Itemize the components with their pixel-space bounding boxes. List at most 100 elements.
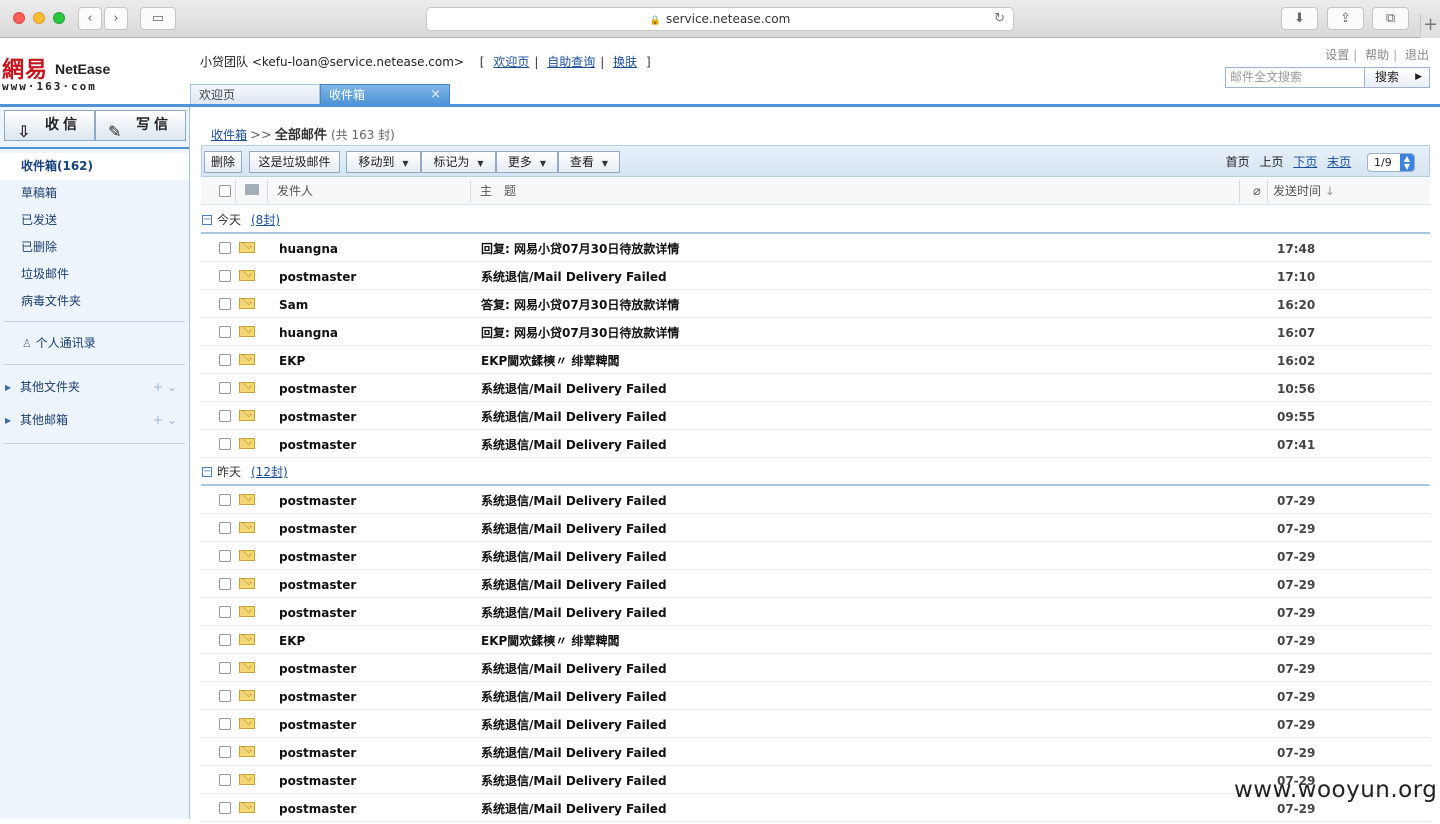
mail-subject[interactable]: EKP閫欢鍒樉〃 绯荤粺闆 — [481, 346, 619, 376]
row-checkbox[interactable] — [219, 270, 231, 282]
sidebar-item-sent[interactable]: 已发送 — [0, 207, 189, 234]
welcome-link[interactable]: 欢迎页 — [493, 55, 529, 69]
select-all-checkbox[interactable] — [219, 185, 231, 197]
table-row[interactable]: huangna 回复: 网易小贷07月30日待放款详情 16:07 — [201, 318, 1430, 346]
minimize-window-button[interactable] — [33, 12, 45, 24]
mail-subject[interactable]: 系统退信/Mail Delivery Failed — [481, 710, 667, 740]
more-button[interactable]: 更多 ▼ — [496, 151, 558, 173]
add-mailbox-icon[interactable]: +⌄ — [153, 404, 181, 437]
row-checkbox[interactable] — [219, 746, 231, 758]
row-checkbox[interactable] — [219, 326, 231, 338]
mail-subject[interactable]: 系统退信/Mail Delivery Failed — [481, 738, 667, 768]
mail-subject[interactable]: 系统退信/Mail Delivery Failed — [481, 766, 667, 796]
mail-subject[interactable]: 系统退信/Mail Delivery Failed — [481, 262, 667, 292]
table-row[interactable]: postmaster 系统退信/Mail Delivery Failed 07:41 — [201, 430, 1430, 458]
row-checkbox[interactable] — [219, 550, 231, 562]
sidebar-item-inbox[interactable]: 收件箱(162) — [0, 153, 189, 180]
sidebar-item-contacts[interactable]: ♙ 个人通讯录 — [0, 328, 189, 358]
skin-link[interactable]: 换肤 — [613, 55, 637, 69]
address-bar[interactable]: 🔒 service.netease.com ↻ — [426, 7, 1014, 31]
mail-subject[interactable]: 系统退信/Mail Delivery Failed — [481, 486, 667, 516]
row-checkbox[interactable] — [219, 802, 231, 814]
tab-welcome[interactable]: 欢迎页 — [190, 84, 320, 105]
compose-button[interactable]: ✎ 写信 — [95, 110, 186, 141]
row-checkbox[interactable] — [219, 662, 231, 674]
sidebar-toggle-button[interactable]: ▭ — [140, 7, 176, 30]
crumb-inbox-link[interactable]: 收件箱 — [211, 128, 247, 142]
mail-subject[interactable]: 答复: 网易小贷07月30日待放款详情 — [481, 290, 679, 320]
row-checkbox[interactable] — [219, 718, 231, 730]
mail-subject[interactable]: 系统退信/Mail Delivery Failed — [481, 682, 667, 712]
add-folder-icon[interactable]: +⌄ — [153, 371, 181, 404]
tab-inbox[interactable]: 收件箱 × — [320, 84, 450, 105]
reload-icon[interactable]: ↻ — [994, 8, 1005, 30]
mail-subject[interactable]: 系统退信/Mail Delivery Failed — [481, 542, 667, 572]
mail-subject[interactable]: 回复: 网易小贷07月30日待放款详情 — [481, 318, 679, 348]
row-checkbox[interactable] — [219, 578, 231, 590]
back-button[interactable]: ‹ — [78, 7, 102, 30]
mail-subject[interactable]: 系统退信/Mail Delivery Failed — [481, 654, 667, 684]
mail-subject[interactable]: 系统退信/Mail Delivery Failed — [481, 374, 667, 404]
table-row[interactable]: EKP EKP閫欢鍒樉〃 绯荤粺闆 16:02 — [201, 346, 1430, 374]
mail-subject[interactable]: 系统退信/Mail Delivery Failed — [481, 430, 667, 460]
delete-button[interactable]: 删除 — [204, 151, 242, 173]
help-link[interactable]: 帮助 — [1365, 48, 1389, 62]
search-button[interactable]: 搜索 ▶ — [1364, 67, 1430, 88]
mail-subject[interactable]: 系统退信/Mail Delivery Failed — [481, 570, 667, 600]
row-checkbox[interactable] — [219, 438, 231, 450]
mail-subject[interactable]: EKP閫欢鍒樉〃 绯荤粺闆 — [481, 626, 619, 656]
mail-subject[interactable]: 系统退信/Mail Delivery Failed — [481, 514, 667, 544]
column-time[interactable]: 发送时间 ↓ — [1273, 178, 1335, 205]
mail-subject[interactable]: 系统退信/Mail Delivery Failed — [481, 402, 667, 432]
table-row[interactable]: postmaster 系统退信/Mail Delivery Failed 07-29 — [201, 542, 1430, 570]
settings-link[interactable]: 设置 — [1325, 48, 1349, 62]
row-checkbox[interactable] — [219, 606, 231, 618]
group-count-link[interactable]: (8封) — [251, 206, 280, 234]
close-window-button[interactable] — [13, 12, 25, 24]
table-row[interactable]: postmaster 系统退信/Mail Delivery Failed 07-29 — [201, 598, 1430, 626]
receive-button[interactable]: ⇩ 收信 — [4, 110, 95, 141]
sidebar-item-other-folders[interactable]: ▶ 其他文件夹 +⌄ — [0, 371, 189, 404]
mail-subject[interactable]: 系统退信/Mail Delivery Failed — [481, 598, 667, 628]
row-checkbox[interactable] — [219, 634, 231, 646]
table-row[interactable]: postmaster 系统退信/Mail Delivery Failed 07-29 — [201, 486, 1430, 514]
forward-button[interactable]: › — [104, 7, 128, 30]
self-service-link[interactable]: 自助查询 — [547, 55, 595, 69]
row-checkbox[interactable] — [219, 522, 231, 534]
logout-link[interactable]: 退出 — [1405, 48, 1429, 62]
sidebar-item-other-mailboxes[interactable]: ▶ 其他邮箱 +⌄ — [0, 404, 189, 437]
row-checkbox[interactable] — [219, 410, 231, 422]
table-row[interactable]: postmaster 系统退信/Mail Delivery Failed 07-29 — [201, 710, 1430, 738]
triangle-right-icon[interactable]: ▶ — [5, 404, 11, 437]
table-row[interactable]: postmaster 系统退信/Mail Delivery Failed 07-29 — [201, 738, 1430, 766]
tabs-button[interactable]: ⧉ — [1372, 7, 1409, 30]
table-row[interactable]: postmaster 系统退信/Mail Delivery Failed 07-29 — [201, 514, 1430, 542]
table-row[interactable]: Sam 答复: 网易小贷07月30日待放款详情 16:20 — [201, 290, 1430, 318]
row-checkbox[interactable] — [219, 298, 231, 310]
triangle-right-icon[interactable]: ▶ — [5, 371, 11, 404]
sidebar-item-deleted[interactable]: 已删除 — [0, 234, 189, 261]
chevron-right-icon[interactable]: ▶ — [1415, 68, 1422, 87]
attachment-icon[interactable]: ⌀ — [1253, 178, 1261, 205]
close-icon[interactable]: × — [430, 85, 441, 105]
row-checkbox[interactable] — [219, 494, 231, 506]
move-to-button[interactable]: 移动到 ▼ — [346, 151, 421, 173]
column-from[interactable]: 发件人 — [277, 178, 313, 205]
row-checkbox[interactable] — [219, 242, 231, 254]
table-row[interactable]: postmaster 系统退信/Mail Delivery Failed 07-29 — [201, 654, 1430, 682]
table-row[interactable]: huangna 回复: 网易小贷07月30日待放款详情 17:48 — [201, 234, 1430, 262]
row-checkbox[interactable] — [219, 690, 231, 702]
row-checkbox[interactable] — [219, 774, 231, 786]
sidebar-item-spam[interactable]: 垃圾邮件 — [0, 261, 189, 288]
sidebar-item-drafts[interactable]: 草稿箱 — [0, 180, 189, 207]
view-button[interactable]: 查看 ▼ — [558, 151, 620, 173]
row-checkbox[interactable] — [219, 354, 231, 366]
search-input[interactable]: 邮件全文搜索 — [1225, 67, 1365, 88]
table-row[interactable]: postmaster 系统退信/Mail Delivery Failed 07-29 — [201, 570, 1430, 598]
page-select[interactable]: 1/9 ▲ ▼ — [1367, 153, 1415, 172]
collapse-icon[interactable]: − — [202, 215, 212, 225]
next-page-link[interactable]: 下页 — [1293, 155, 1317, 169]
mark-as-button[interactable]: 标记为 ▼ — [421, 151, 496, 173]
table-row[interactable]: postmaster 系统退信/Mail Delivery Failed 09:55 — [201, 402, 1430, 430]
collapse-icon[interactable]: − — [202, 467, 212, 477]
